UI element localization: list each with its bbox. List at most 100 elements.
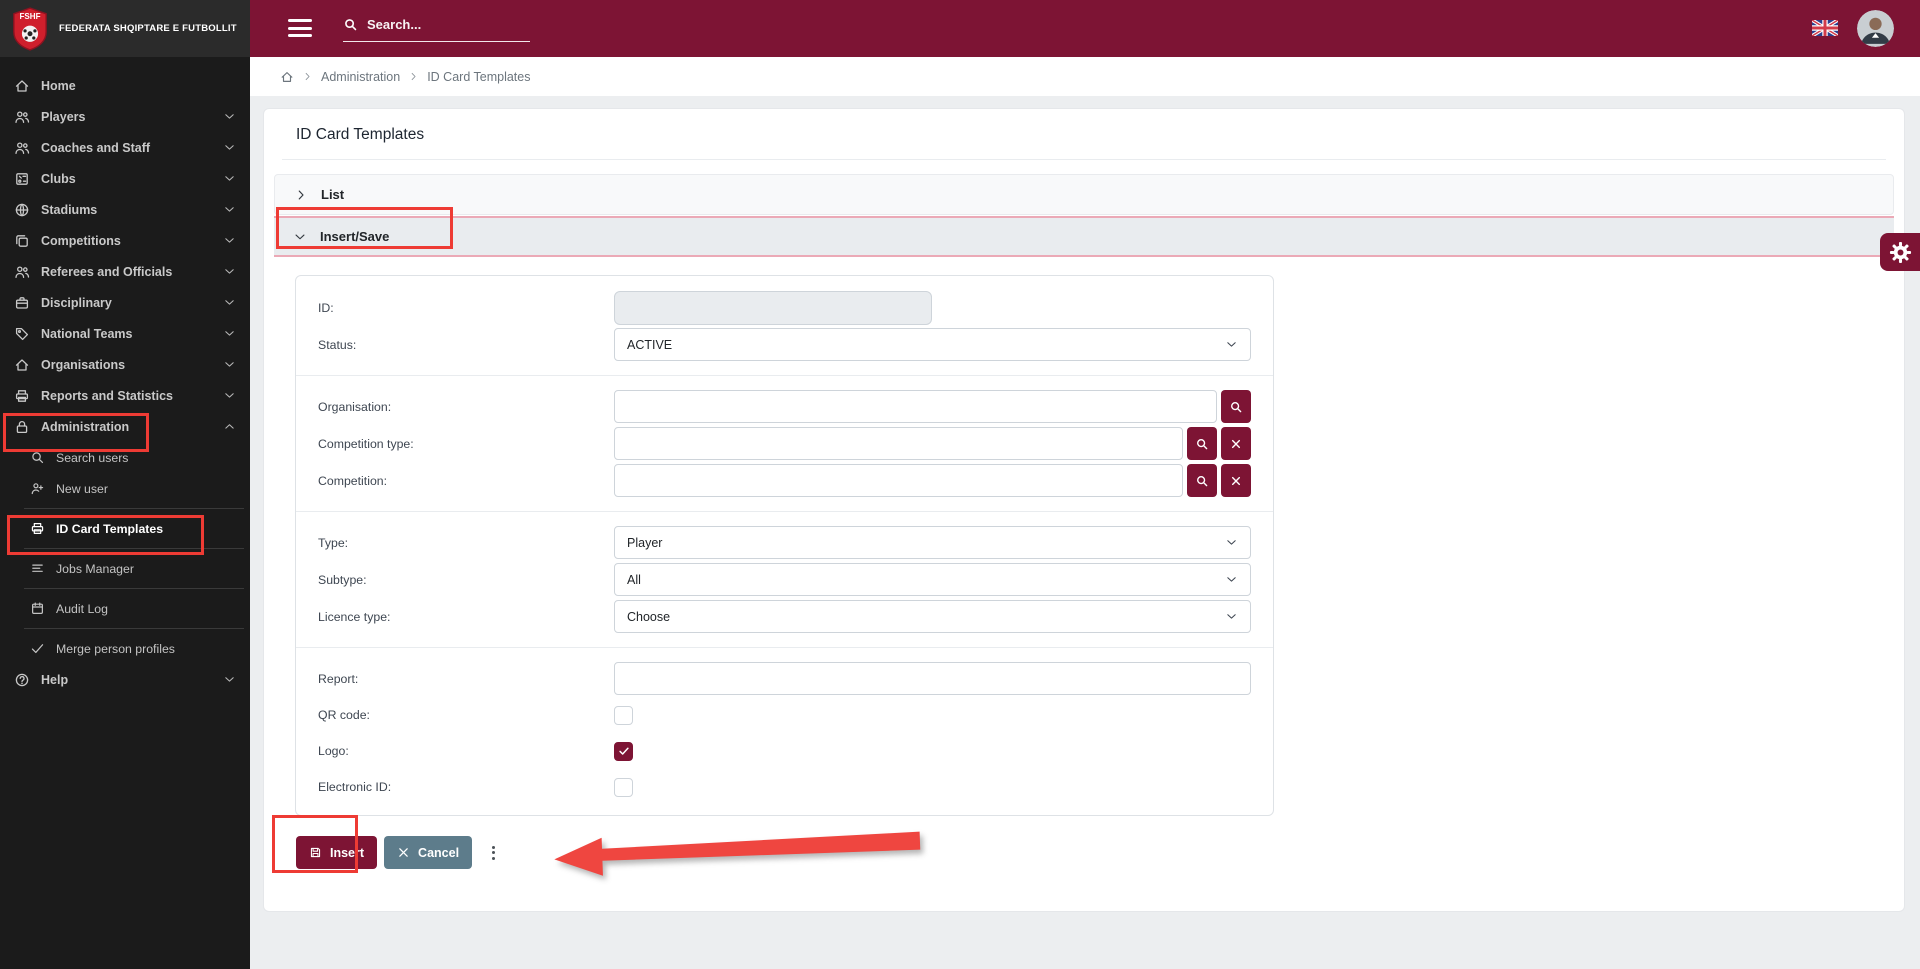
- sidebar-item-stadiums[interactable]: Stadiums: [0, 194, 250, 225]
- field-label: Licence type:: [318, 609, 391, 624]
- question-icon: [15, 673, 29, 686]
- users-icon: [15, 265, 30, 278]
- accordion-list-label: List: [321, 187, 345, 202]
- globe-icon: [15, 203, 29, 216]
- sidebar-item-referees-and-officials[interactable]: Referees and Officials: [0, 256, 250, 287]
- sidebar-item-coaches-and-staff[interactable]: Coaches and Staff: [0, 132, 250, 163]
- cancel-button-label: Cancel: [418, 845, 460, 860]
- divider: [296, 647, 1273, 648]
- chevron-down-icon: [1227, 577, 1236, 582]
- competition-search-button[interactable]: [1187, 464, 1217, 497]
- subtype-select[interactable]: All: [614, 563, 1251, 596]
- sidebar-divider: [24, 628, 244, 629]
- sidebar-item-jobs-manager[interactable]: Jobs Manager: [0, 553, 250, 584]
- logo-checkbox[interactable]: [614, 741, 633, 761]
- chevron-down-icon: [225, 331, 234, 336]
- chevron-down-icon: [1227, 342, 1236, 347]
- more-options-icon[interactable]: [488, 842, 499, 864]
- sidebar-item-home[interactable]: Home: [0, 70, 250, 101]
- divider: [282, 159, 1886, 160]
- qr-code-checkbox[interactable]: [614, 705, 633, 725]
- competition-type-clear-button[interactable]: [1221, 427, 1251, 460]
- status-select-value: ACTIVE: [627, 337, 673, 352]
- breadcrumb-administration[interactable]: Administration: [321, 70, 400, 84]
- list-icon: [32, 564, 43, 572]
- licence-type-select[interactable]: Choose: [614, 600, 1251, 633]
- sidebar-item-audit-log[interactable]: Audit Log: [0, 593, 250, 624]
- sidebar-item-label: Stadiums: [41, 202, 98, 217]
- sidebar-item-administration[interactable]: Administration: [0, 411, 250, 442]
- sidebar-item-label: Merge person profiles: [56, 641, 175, 656]
- user-avatar[interactable]: [1857, 10, 1894, 47]
- type-select[interactable]: Player: [614, 526, 1251, 559]
- field-label: Logo:: [318, 744, 349, 758]
- chevron-down-icon: [225, 393, 234, 398]
- report-field[interactable]: [614, 662, 1251, 695]
- electronic-id-checkbox[interactable]: [614, 777, 633, 797]
- sidebar-item-organisations[interactable]: Organisations: [0, 349, 250, 380]
- sidebar-item-label: Help: [41, 672, 69, 687]
- form-row-competition: Competition:: [318, 462, 1251, 499]
- id-field: [614, 290, 932, 325]
- search-input[interactable]: [367, 17, 507, 32]
- accordion-list[interactable]: List: [274, 174, 1894, 215]
- form-row-logo: Logo:: [318, 733, 1251, 769]
- sidebar-divider: [24, 508, 244, 509]
- field-label: Competition:: [318, 473, 388, 488]
- sidebar-item-national-teams[interactable]: National Teams: [0, 318, 250, 349]
- topbar: [250, 0, 1920, 57]
- organisation-field[interactable]: [614, 390, 1217, 423]
- competition-type-search-button[interactable]: [1187, 427, 1217, 460]
- users-icon: [15, 110, 30, 123]
- sidebar-item-disciplinary[interactable]: Disciplinary: [0, 287, 250, 318]
- chevron-down-icon: [225, 238, 234, 243]
- insert-save-form: ID: Status: ACTIVE Organisation: Competi…: [295, 275, 1274, 816]
- close-icon: [1231, 476, 1241, 485]
- sidebar-item-merge-person-profiles[interactable]: Merge person profiles: [0, 633, 250, 664]
- hamburger-menu-icon[interactable]: [288, 19, 312, 42]
- chevron-down-icon: [225, 269, 234, 274]
- sidebar-item-search-users[interactable]: Search users: [0, 442, 250, 473]
- save-icon: [310, 847, 321, 858]
- cancel-button[interactable]: Cancel: [384, 836, 473, 869]
- uk-flag-icon[interactable]: [1812, 20, 1838, 36]
- sidebar-nav: Home Players Coaches and Staff Clubs Sta…: [0, 57, 250, 695]
- divider: [296, 511, 1273, 512]
- sidebar-divider: [24, 588, 244, 589]
- competition-type-field[interactable]: [614, 427, 1183, 460]
- sidebar-item-help[interactable]: Help: [0, 664, 250, 695]
- sidebar-item-new-user[interactable]: New user: [0, 473, 250, 504]
- sidebar-item-players[interactable]: Players: [0, 101, 250, 132]
- organisation-search-button[interactable]: [1221, 390, 1251, 423]
- sidebar-item-competitions[interactable]: Competitions: [0, 225, 250, 256]
- accordion-insert-save[interactable]: Insert/Save: [274, 216, 1894, 257]
- sidebar-item-id-card-templates[interactable]: ID Card Templates: [0, 513, 250, 544]
- form-row-qr-code: QR code:: [318, 697, 1251, 733]
- printer-icon: [31, 523, 44, 534]
- competition-clear-button[interactable]: [1221, 464, 1251, 497]
- sidebar-item-label: Audit Log: [56, 601, 108, 616]
- field-label: Type:: [318, 535, 349, 550]
- home-icon[interactable]: [280, 70, 294, 84]
- sidebar-item-label: Referees and Officials: [41, 264, 173, 279]
- sidebar-item-label: Competitions: [41, 233, 121, 248]
- check-icon: [618, 747, 629, 755]
- check-icon: [31, 644, 44, 654]
- subtype-select-value: All: [627, 572, 641, 587]
- field-label: Subtype:: [318, 572, 367, 587]
- field-label: Status:: [318, 337, 357, 352]
- field-label: Electronic ID:: [318, 780, 392, 794]
- form-row-type: Type: Player: [318, 524, 1251, 561]
- chevron-right-icon: [411, 72, 416, 81]
- search-icon: [32, 452, 44, 464]
- settings-tab[interactable]: [1880, 233, 1920, 271]
- insert-button[interactable]: Insert: [296, 836, 378, 869]
- close-icon: [1231, 439, 1241, 448]
- form-row-id: ID:: [318, 289, 1251, 326]
- chevron-down-icon: [225, 176, 234, 181]
- sidebar-item-clubs[interactable]: Clubs: [0, 163, 250, 194]
- sidebar-item-reports-and-statistics[interactable]: Reports and Statistics: [0, 380, 250, 411]
- status-select[interactable]: ACTIVE: [614, 328, 1251, 361]
- breadcrumb: Administration ID Card Templates: [250, 57, 1920, 96]
- competition-field[interactable]: [614, 464, 1183, 497]
